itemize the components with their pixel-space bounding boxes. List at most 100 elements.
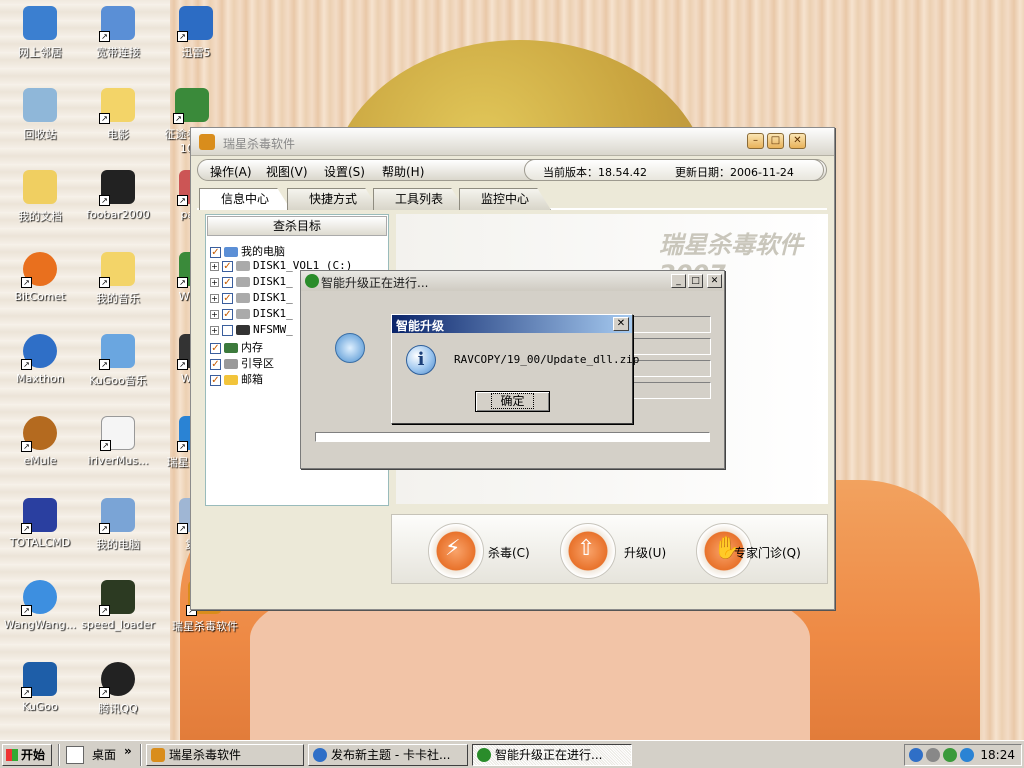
- toolbar-chevron-icon[interactable]: »: [124, 744, 132, 758]
- message-box-titlebar[interactable]: 智能升级 ✕: [392, 315, 632, 333]
- upgrade-window-title: 智能升级正在进行...: [321, 276, 429, 290]
- checkbox-icon[interactable]: ✓: [222, 276, 233, 288]
- checkbox-icon[interactable]: ✓: [210, 246, 221, 258]
- upgrade-status-field: [631, 360, 711, 377]
- tree-icon: ↗: [173, 88, 209, 124]
- desktop-icon-qq[interactable]: ↗ 腾讯QQ: [78, 658, 158, 732]
- upgrade-label[interactable]: 升级(U): [624, 544, 666, 561]
- checkbox-icon[interactable]: [222, 324, 233, 336]
- task-rising[interactable]: 瑞星杀毒软件: [146, 744, 304, 766]
- tree-item[interactable]: + ✓ DISK1_: [210, 291, 293, 307]
- desktop-icon-kugoo-music[interactable]: ↗ KuGoo音乐: [78, 330, 158, 404]
- tree-item[interactable]: ✓ 引导区: [210, 355, 274, 371]
- main-tabs: 信息中心 快捷方式 工具列表 监控中心: [197, 188, 827, 210]
- upgrade-window-titlebar[interactable]: 智能升级正在进行... _ □ ✕: [301, 271, 724, 291]
- expand-icon[interactable]: +: [210, 325, 219, 335]
- checkbox-icon[interactable]: ✓: [210, 374, 221, 386]
- desktop-icon-my-documents[interactable]: 我的文档: [0, 166, 80, 240]
- minimize-button[interactable]: –: [747, 133, 764, 149]
- expand-icon[interactable]: +: [210, 277, 219, 287]
- start-button[interactable]: 开始: [2, 744, 52, 766]
- menu-settings[interactable]: 设置(S): [324, 163, 365, 180]
- network-tray-icon[interactable]: [943, 748, 957, 762]
- desktop-icon-bitcomet[interactable]: ↗ BitComet: [0, 248, 80, 322]
- antivirus-icon: ⚡: [445, 536, 461, 561]
- desktop-icon-speed-loader[interactable]: ↗ speed_loader: [78, 576, 158, 650]
- tab-monitor[interactable]: 监控中心: [459, 188, 551, 210]
- expert-clinic-label[interactable]: 专家门诊(Q): [734, 544, 801, 561]
- checkbox-icon[interactable]: ✓: [210, 358, 221, 370]
- desktop-icon-recycle-bin[interactable]: 回收站: [0, 84, 80, 158]
- maximize-button[interactable]: □: [767, 133, 784, 149]
- recycle-bin-icon: [23, 88, 57, 122]
- maxthon-tray-icon[interactable]: [909, 748, 923, 762]
- antivirus-label[interactable]: 杀毒(C): [488, 544, 530, 561]
- tab-shortcuts[interactable]: 快捷方式: [287, 188, 379, 210]
- show-desktop-icon[interactable]: [66, 746, 84, 764]
- antivirus-button[interactable]: ⚡: [428, 523, 484, 579]
- tree-item[interactable]: ✓ 我的电脑: [210, 243, 285, 259]
- drive-icon: [236, 261, 250, 271]
- expand-icon[interactable]: +: [210, 309, 219, 319]
- drive-icon: [236, 293, 250, 303]
- upgrade-button[interactable]: ⇧: [560, 523, 616, 579]
- desktop-toolbar-label[interactable]: 桌面: [92, 746, 116, 763]
- upgrade-minimize-button[interactable]: _: [671, 274, 686, 288]
- checkbox-icon[interactable]: ✓: [222, 292, 233, 304]
- desktop-icon-totalcmd[interactable]: ↗ TOTALCMD: [0, 494, 80, 568]
- volume-tray-icon[interactable]: [926, 748, 940, 762]
- checkbox-icon[interactable]: ✓: [222, 308, 233, 320]
- close-button[interactable]: ✕: [789, 133, 806, 149]
- desktop-icon-network[interactable]: 网上邻居: [0, 2, 80, 76]
- scan-target-header[interactable]: 查杀目标: [207, 216, 387, 236]
- computer-icon: [224, 247, 238, 257]
- tab-tools[interactable]: 工具列表: [373, 188, 465, 210]
- desktop-icon-movies[interactable]: ↗ 电影: [78, 84, 158, 158]
- ok-button[interactable]: 确定: [475, 391, 550, 412]
- tree-item[interactable]: + ✓ DISK1_: [210, 275, 293, 291]
- upgrade-maximize-button[interactable]: □: [688, 274, 703, 288]
- menu-help[interactable]: 帮助(H): [382, 163, 424, 180]
- upgrade-close-button[interactable]: ✕: [707, 274, 722, 288]
- upgrade-status-field: [631, 338, 711, 355]
- expand-icon[interactable]: +: [210, 261, 219, 271]
- speed-loader-icon: ↗: [99, 580, 135, 616]
- bitcomet-icon: ↗: [21, 252, 57, 288]
- memory-icon: [224, 343, 238, 353]
- desktop-icon-my-music[interactable]: ↗ 我的音乐: [78, 248, 158, 322]
- task-forum[interactable]: 发布新主题 - 卡卡社...: [308, 744, 468, 766]
- main-window-titlebar[interactable]: 瑞星杀毒软件 – □ ✕: [191, 128, 834, 156]
- taskbar-separator: [140, 744, 142, 766]
- menu-operate[interactable]: 操作(A): [210, 163, 252, 180]
- desktop-icon-wangwang[interactable]: ↗ WangWang...: [0, 576, 80, 650]
- task-upgrade[interactable]: 智能升级正在进行...: [472, 744, 632, 766]
- desktop-icon-broadband[interactable]: ↗ 宽带连接: [78, 2, 158, 76]
- desktop-icon-kugoo[interactable]: ↗ KuGoo: [0, 658, 80, 732]
- maxthon-icon: ↗: [21, 334, 57, 370]
- upgrade-icon: ⇧: [577, 536, 596, 561]
- message-box-title: 智能升级: [396, 319, 445, 333]
- desktop-icon-my-computer[interactable]: ↗ 我的电脑: [78, 494, 158, 568]
- desktop-icon-maxthon[interactable]: ↗ Maxthon: [0, 330, 80, 404]
- desktop-icon-iriver[interactable]: ↗ iriverMus...: [78, 412, 158, 486]
- checkbox-icon[interactable]: ✓: [210, 342, 221, 354]
- iriver-icon: ↗: [100, 416, 135, 451]
- rising-tray-icon[interactable]: [960, 748, 974, 762]
- tree-item[interactable]: ✓ 邮箱: [210, 371, 263, 387]
- clock[interactable]: 18:24: [980, 748, 1015, 762]
- menu-view[interactable]: 视图(V): [266, 163, 308, 180]
- desktop-icon-foobar[interactable]: ↗ foobar2000: [78, 166, 158, 240]
- upgrade-globe-icon: [477, 748, 491, 762]
- drive-icon: [236, 277, 250, 287]
- desktop-icon-thunder[interactable]: ↗ 迅雷5: [156, 2, 236, 76]
- action-bar: ⚡ 杀毒(C) ⇧ 升级(U) ✋ 专家门诊(Q): [391, 514, 828, 584]
- tree-item[interactable]: + ✓ DISK1_: [210, 307, 293, 323]
- expand-icon[interactable]: +: [210, 293, 219, 303]
- desktop-icon-emule[interactable]: ↗ eMule: [0, 412, 80, 486]
- checkbox-icon[interactable]: ✓: [222, 260, 233, 272]
- message-box-close-button[interactable]: ✕: [613, 317, 629, 331]
- kugoo-music-icon: ↗: [99, 334, 135, 370]
- tree-item[interactable]: + NFSMW_: [210, 323, 293, 339]
- tree-item[interactable]: ✓ 内存: [210, 339, 263, 355]
- tab-info-center[interactable]: 信息中心: [199, 188, 291, 210]
